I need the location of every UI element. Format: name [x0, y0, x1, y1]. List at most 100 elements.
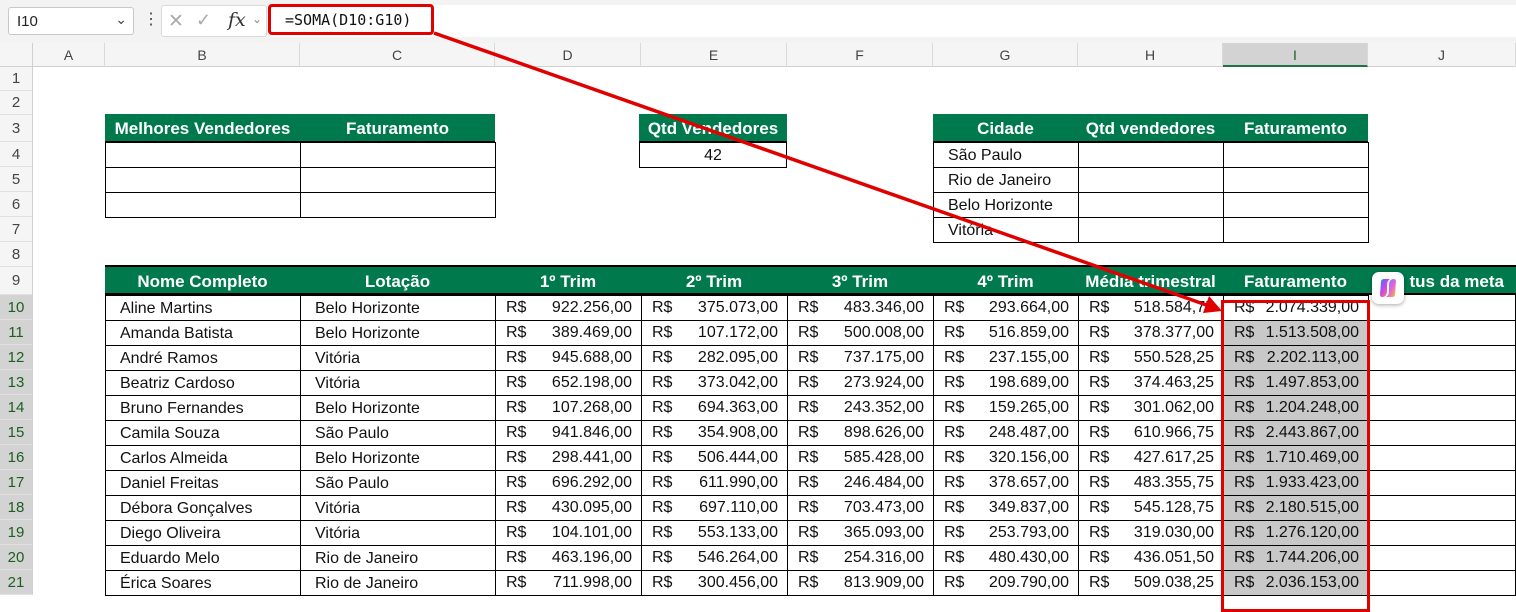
- column-header-h[interactable]: H: [1078, 43, 1223, 67]
- value-cell[interactable]: R$ 696.292,00: [495, 470, 642, 496]
- chevron-down-icon[interactable]: ⌄: [252, 12, 262, 26]
- status-cell[interactable]: [1368, 445, 1516, 471]
- row-header-18[interactable]: 18: [0, 495, 33, 520]
- value-cell[interactable]: R$ 480.430,00: [933, 545, 1079, 571]
- lotacao-cell[interactable]: Vitória: [300, 345, 496, 371]
- value-cell[interactable]: R$ 922.256,00: [495, 295, 642, 321]
- value-cell[interactable]: R$ 104.101,00: [495, 520, 642, 546]
- faturamento-cell[interactable]: R$ 1.204.248,00: [1223, 395, 1369, 421]
- city-table-cell[interactable]: [1078, 217, 1224, 243]
- value-cell[interactable]: R$ 611.990,00: [641, 470, 788, 496]
- value-cell[interactable]: R$ 374.463,25: [1078, 370, 1224, 396]
- value-cell[interactable]: R$ 253.793,00: [933, 520, 1079, 546]
- value-cell[interactable]: R$ 436.051,50: [1078, 545, 1224, 571]
- status-cell[interactable]: [1368, 520, 1516, 546]
- qtd-table-value[interactable]: 42: [639, 142, 787, 168]
- row-header-6[interactable]: 6: [0, 192, 33, 217]
- employee-name-cell[interactable]: Daniel Freitas: [105, 470, 301, 496]
- faturamento-cell[interactable]: R$ 2.443.867,00: [1223, 420, 1369, 446]
- value-cell[interactable]: R$ 427.617,25: [1078, 445, 1224, 471]
- faturamento-cell[interactable]: R$ 1.744.206,00: [1223, 545, 1369, 571]
- lotacao-cell[interactable]: Belo Horizonte: [300, 445, 496, 471]
- faturamento-cell[interactable]: R$ 1.513.508,00: [1223, 320, 1369, 346]
- status-cell[interactable]: [1368, 570, 1516, 596]
- faturamento-cell[interactable]: R$ 1.497.853,00: [1223, 370, 1369, 396]
- value-cell[interactable]: R$ 375.073,00: [641, 295, 788, 321]
- top-table-cell[interactable]: [105, 192, 301, 218]
- employee-name-cell[interactable]: Amanda Batista: [105, 320, 301, 346]
- employee-name-cell[interactable]: Aline Martins: [105, 295, 301, 321]
- top-table-cell[interactable]: [300, 192, 496, 218]
- faturamento-cell[interactable]: R$ 1.933.423,00: [1223, 470, 1369, 496]
- value-cell[interactable]: R$ 243.352,00: [787, 395, 934, 421]
- column-header-j[interactable]: J: [1368, 43, 1516, 67]
- value-cell[interactable]: R$ 198.689,00: [933, 370, 1079, 396]
- lotacao-cell[interactable]: Rio de Janeiro: [300, 545, 496, 571]
- row-header-5[interactable]: 5: [0, 167, 33, 192]
- value-cell[interactable]: R$ 545.128,75: [1078, 495, 1224, 521]
- value-cell[interactable]: R$ 697.110,00: [641, 495, 788, 521]
- status-cell[interactable]: [1368, 370, 1516, 396]
- value-cell[interactable]: R$ 107.172,00: [641, 320, 788, 346]
- status-cell[interactable]: [1368, 345, 1516, 371]
- faturamento-cell[interactable]: R$ 1.710.469,00: [1223, 445, 1369, 471]
- value-cell[interactable]: R$ 509.038,25: [1078, 570, 1224, 596]
- value-cell[interactable]: R$ 703.473,00: [787, 495, 934, 521]
- employee-name-cell[interactable]: Camila Souza: [105, 420, 301, 446]
- value-cell[interactable]: R$ 320.156,00: [933, 445, 1079, 471]
- top-table-cell[interactable]: [105, 167, 301, 193]
- lotacao-cell[interactable]: São Paulo: [300, 420, 496, 446]
- value-cell[interactable]: R$ 941.846,00: [495, 420, 642, 446]
- city-table-cell[interactable]: [1078, 142, 1224, 168]
- employee-name-cell[interactable]: Beatriz Cardoso: [105, 370, 301, 396]
- top-table-cell[interactable]: [300, 167, 496, 193]
- employee-name-cell[interactable]: Diego Oliveira: [105, 520, 301, 546]
- value-cell[interactable]: R$ 107.268,00: [495, 395, 642, 421]
- column-header-f[interactable]: F: [787, 43, 933, 67]
- value-cell[interactable]: R$ 300.456,00: [641, 570, 788, 596]
- city-table-cell[interactable]: [1223, 192, 1369, 218]
- city-table-cell[interactable]: [1223, 167, 1369, 193]
- city-table-cell[interactable]: [1223, 217, 1369, 243]
- faturamento-cell[interactable]: R$ 2.036.153,00: [1223, 570, 1369, 596]
- value-cell[interactable]: R$ 506.444,00: [641, 445, 788, 471]
- column-header-e[interactable]: E: [641, 43, 787, 67]
- value-cell[interactable]: R$ 282.095,00: [641, 345, 788, 371]
- lotacao-cell[interactable]: Belo Horizonte: [300, 295, 496, 321]
- row-header-16[interactable]: 16: [0, 445, 33, 470]
- top-table-cell[interactable]: [300, 142, 496, 168]
- city-name-cell[interactable]: São Paulo: [933, 142, 1079, 168]
- value-cell[interactable]: R$ 365.093,00: [787, 520, 934, 546]
- city-name-cell[interactable]: Rio de Janeiro: [933, 167, 1079, 193]
- lotacao-cell[interactable]: Belo Horizonte: [300, 395, 496, 421]
- lotacao-cell[interactable]: Vitória: [300, 370, 496, 396]
- faturamento-cell[interactable]: R$ 2.180.515,00: [1223, 495, 1369, 521]
- lotacao-cell[interactable]: Belo Horizonte: [300, 320, 496, 346]
- check-icon[interactable]: ✓: [196, 10, 211, 31]
- value-cell[interactable]: R$ 298.441,00: [495, 445, 642, 471]
- faturamento-cell[interactable]: R$ 2.202.113,00: [1223, 345, 1369, 371]
- top-table-cell[interactable]: [105, 142, 301, 168]
- column-header-c[interactable]: C: [300, 43, 495, 67]
- status-cell[interactable]: [1368, 395, 1516, 421]
- value-cell[interactable]: R$ 585.428,00: [787, 445, 934, 471]
- value-cell[interactable]: R$ 354.908,00: [641, 420, 788, 446]
- value-cell[interactable]: R$ 483.346,00: [787, 295, 934, 321]
- value-cell[interactable]: R$ 209.790,00: [933, 570, 1079, 596]
- select-all-corner[interactable]: [0, 43, 33, 67]
- value-cell[interactable]: R$ 293.664,00: [933, 295, 1079, 321]
- column-header-b[interactable]: B: [105, 43, 300, 67]
- status-cell[interactable]: [1368, 320, 1516, 346]
- employee-name-cell[interactable]: Eduardo Melo: [105, 545, 301, 571]
- value-cell[interactable]: R$ 500.008,00: [787, 320, 934, 346]
- value-cell[interactable]: R$ 273.924,00: [787, 370, 934, 396]
- formula-input[interactable]: =SOMA(D10:G10): [268, 4, 434, 35]
- column-header-a[interactable]: A: [33, 43, 105, 67]
- row-header-4[interactable]: 4: [0, 142, 33, 167]
- employee-name-cell[interactable]: Carlos Almeida: [105, 445, 301, 471]
- value-cell[interactable]: R$ 349.837,00: [933, 495, 1079, 521]
- value-cell[interactable]: R$ 378.377,00: [1078, 320, 1224, 346]
- row-header-11[interactable]: 11: [0, 320, 33, 345]
- value-cell[interactable]: R$ 553.133,00: [641, 520, 788, 546]
- row-header-1[interactable]: 1: [0, 67, 33, 91]
